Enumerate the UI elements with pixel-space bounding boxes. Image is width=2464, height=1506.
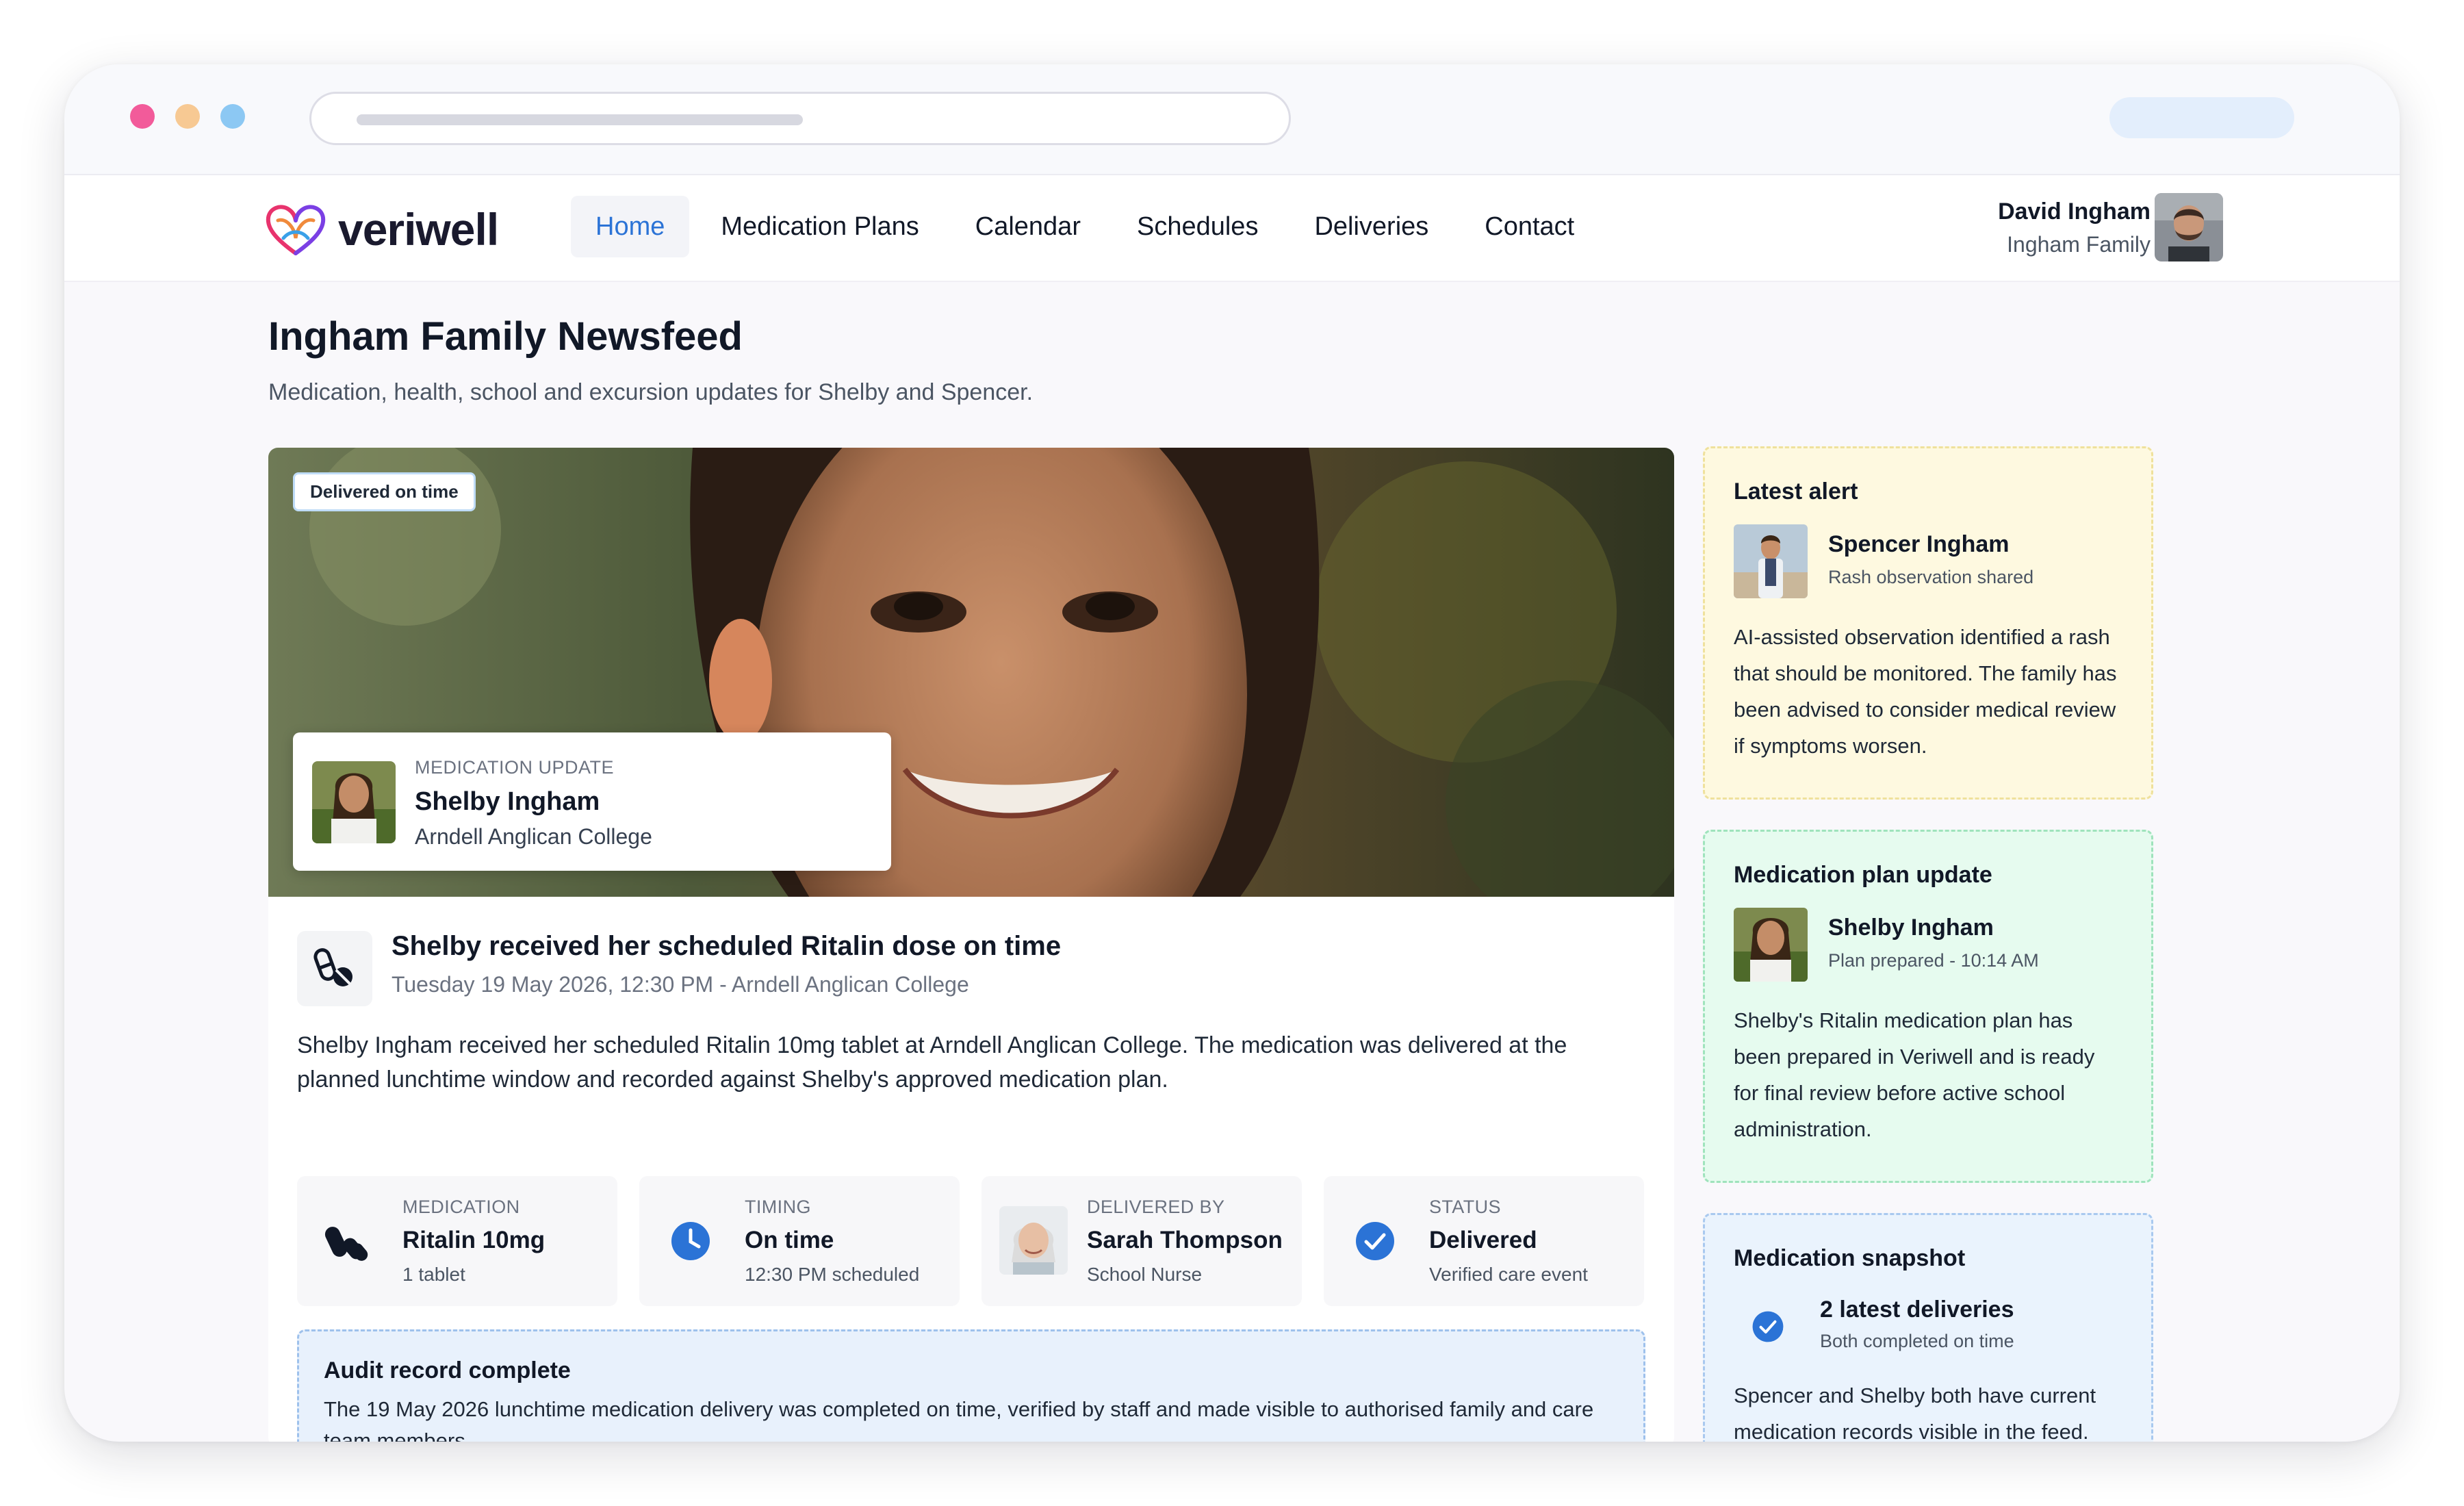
medication-update-card[interactable]: MEDICATION UPDATE Shelby Ingham Arndell … — [293, 732, 891, 871]
tile-label: DELIVERED BY — [1087, 1197, 1225, 1217]
page-title: Ingham Family Newsfeed — [268, 314, 743, 359]
minimize-window-dot[interactable] — [175, 104, 200, 129]
alert-person: Spencer Ingham Rash observation shared — [1734, 524, 2122, 601]
update-school: Arndell Anglican College — [415, 824, 652, 849]
maximize-window-dot[interactable] — [220, 104, 245, 129]
plan-person-sub: Plan prepared - 10:14 AM — [1828, 950, 2039, 971]
tile-label: MEDICATION — [402, 1197, 520, 1217]
status-tile: STATUS Delivered Verified care event — [1324, 1176, 1644, 1306]
check-icon — [1751, 1310, 1784, 1347]
veriwell-heart-icon — [266, 205, 326, 255]
plan-heading: Medication plan update — [1734, 862, 1992, 888]
tile-sub: 12:30 PM scheduled — [745, 1264, 920, 1285]
address-placeholder-line — [357, 114, 803, 125]
latest-alert-card[interactable]: Latest alert Spencer Ingham Rash observa… — [1703, 446, 2153, 800]
alert-heading: Latest alert — [1734, 478, 1858, 505]
browser-action-pill[interactable] — [2109, 97, 2294, 138]
nav-medication-plans[interactable]: Medication Plans — [696, 196, 943, 257]
tile-value: Sarah Thompson — [1087, 1227, 1283, 1253]
user-avatar[interactable] — [2155, 193, 2223, 261]
nav-home[interactable]: Home — [571, 196, 690, 257]
nurse-avatar — [999, 1206, 1068, 1275]
snapshot-row-sub: Both completed on time — [1820, 1331, 2014, 1351]
plan-person-name: Shelby Ingham — [1828, 915, 1994, 941]
main-nav: Home Medication Plans Calendar Schedules… — [571, 196, 1599, 257]
tile-label: STATUS — [1429, 1197, 1501, 1217]
address-bar[interactable] — [309, 92, 1291, 145]
tile-sub: School Nurse — [1087, 1264, 1203, 1285]
audit-description: The 19 May 2026 lunchtime medication del… — [324, 1397, 1594, 1442]
snapshot-row: 2 latest deliveries Both completed on ti… — [1734, 1292, 2122, 1368]
post-hero-image: Delivered on time MEDICATION UPDATE Shel… — [268, 448, 1674, 897]
nav-deliveries[interactable]: Deliveries — [1289, 196, 1453, 257]
snapshot-body: Spencer and Shelby both have current med… — [1734, 1383, 2096, 1442]
audit-record-box: Audit record complete The 19 May 2026 lu… — [297, 1329, 1645, 1442]
nav-contact[interactable]: Contact — [1460, 196, 1599, 257]
post-body: Shelby Ingham received her scheduled Rit… — [297, 1032, 1567, 1093]
pills-icon — [297, 931, 372, 1006]
update-kicker: MEDICATION UPDATE — [415, 757, 615, 778]
snapshot-row-title: 2 latest deliveries — [1820, 1297, 2014, 1323]
tile-sub: 1 tablet — [402, 1264, 465, 1285]
newsfeed-post: Delivered on time MEDICATION UPDATE Shel… — [268, 448, 1674, 1442]
timing-tile: TIMING On time 12:30 PM scheduled — [639, 1176, 960, 1306]
nav-calendar[interactable]: Calendar — [951, 196, 1105, 257]
shelby-avatar — [312, 761, 396, 843]
brand-name: veriwell — [338, 204, 499, 255]
tile-sub: Verified care event — [1429, 1264, 1588, 1285]
update-student-name: Shelby Ingham — [415, 787, 600, 816]
tile-value: Delivered — [1429, 1227, 1537, 1253]
post-title[interactable]: Shelby received her scheduled Ritalin do… — [392, 931, 1061, 962]
plan-body: Shelby's Ritalin medication plan has bee… — [1734, 1008, 2095, 1141]
user-menu[interactable]: David Ingham Ingham Family — [1998, 193, 2151, 257]
alert-body: AI-assisted observation identified a ras… — [1734, 625, 2117, 758]
audit-title: Audit record complete — [324, 1357, 571, 1383]
alert-person-sub: Rash observation shared — [1828, 567, 2034, 587]
tile-label: TIMING — [745, 1197, 811, 1217]
tile-value: Ritalin 10mg — [402, 1227, 546, 1253]
alert-person-name: Spencer Ingham — [1828, 531, 2010, 557]
clock-icon — [665, 1216, 716, 1266]
post-details: MEDICATION Ritalin 10mg 1 tablet TIMING … — [297, 1176, 1644, 1306]
spencer-avatar — [1734, 524, 1808, 598]
brand-logo[interactable]: veriwell — [263, 200, 499, 259]
user-name: David Ingham — [1998, 199, 2151, 225]
plan-person: Shelby Ingham Plan prepared - 10:14 AM — [1734, 908, 2122, 984]
close-window-dot[interactable] — [130, 104, 155, 129]
nav-schedules[interactable]: Schedules — [1112, 196, 1283, 257]
post-meta: Tuesday 19 May 2026, 12:30 PM - Arndell … — [392, 972, 969, 997]
app-header: veriwell Home Medication Plans Calendar … — [64, 175, 2400, 282]
user-family: Ingham Family — [2007, 232, 2151, 257]
medication-snapshot-card[interactable]: Medication snapshot 2 latest deliveries … — [1703, 1213, 2153, 1442]
medication-plan-update-card[interactable]: Medication plan update Shelby Ingham Pla… — [1703, 830, 2153, 1183]
check-icon — [1350, 1216, 1400, 1266]
delivered-by-tile: DELIVERED BY Sarah Thompson School Nurse — [981, 1176, 1302, 1306]
page-subtitle: Medication, health, school and excursion… — [268, 379, 1034, 405]
medication-tile: MEDICATION Ritalin 10mg 1 tablet — [297, 1176, 617, 1306]
pills-icon — [323, 1216, 374, 1266]
delivered-on-time-badge: Delivered on time — [293, 472, 476, 511]
shelby-avatar — [1734, 908, 1808, 982]
snapshot-heading: Medication snapshot — [1734, 1245, 1966, 1271]
browser-chrome — [64, 64, 2400, 175]
tile-value: On time — [745, 1227, 834, 1253]
browser-window: veriwell Home Medication Plans Calendar … — [64, 64, 2400, 1442]
